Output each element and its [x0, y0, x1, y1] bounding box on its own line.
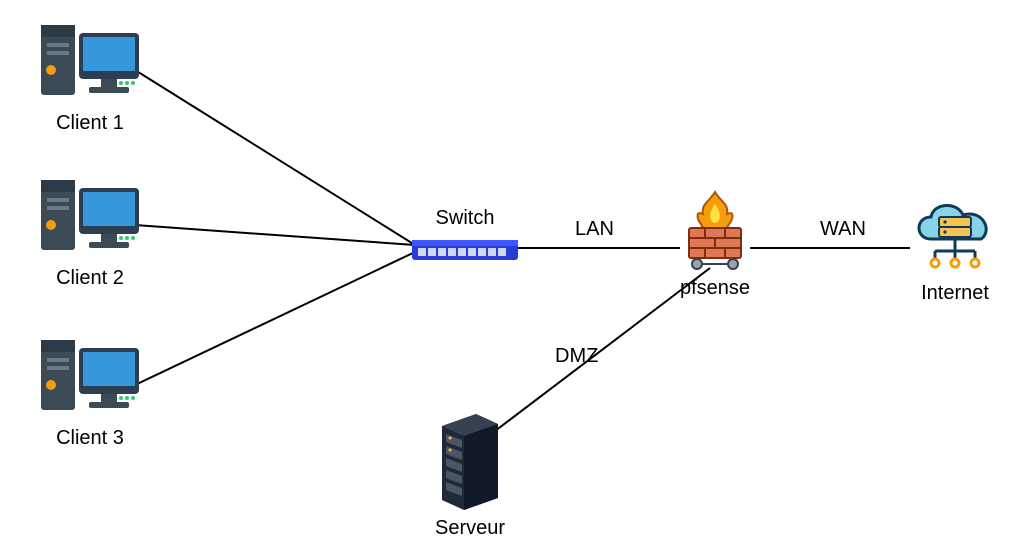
node-pfsense-label: pfsense [670, 277, 760, 300]
firewall-icon [675, 190, 755, 270]
node-switch: Switch [410, 205, 520, 271]
node-client3-label: Client 3 [30, 427, 150, 450]
node-serveur-label: Serveur [420, 517, 520, 540]
link-client2-switch [135, 225, 415, 245]
link-client1-switch [135, 70, 415, 245]
node-internet-label: Internet [900, 282, 1010, 305]
link-label-lan: LAN [575, 218, 614, 241]
node-client1: Client 1 [30, 15, 150, 135]
desktop-computer-icon [35, 15, 145, 105]
node-client3: Client 3 [30, 330, 150, 450]
server-rack-icon [430, 410, 510, 510]
network-switch-icon [410, 234, 520, 266]
node-pfsense: pfsense [670, 190, 760, 300]
node-internet: Internet [900, 195, 1010, 305]
link-label-wan: WAN [820, 218, 866, 241]
network-diagram: LAN WAN DMZ Client 1 [0, 0, 1024, 556]
link-label-dmz: DMZ [555, 345, 598, 368]
desktop-computer-icon [35, 170, 145, 260]
desktop-computer-icon [35, 330, 145, 420]
cloud-internet-icon [905, 195, 1005, 275]
link-client3-switch [135, 252, 415, 385]
node-switch-label: Switch [410, 207, 520, 230]
node-client2: Client 2 [30, 170, 150, 290]
node-serveur: Serveur [420, 410, 520, 540]
node-client2-label: Client 2 [30, 267, 150, 290]
node-client1-label: Client 1 [30, 112, 150, 135]
